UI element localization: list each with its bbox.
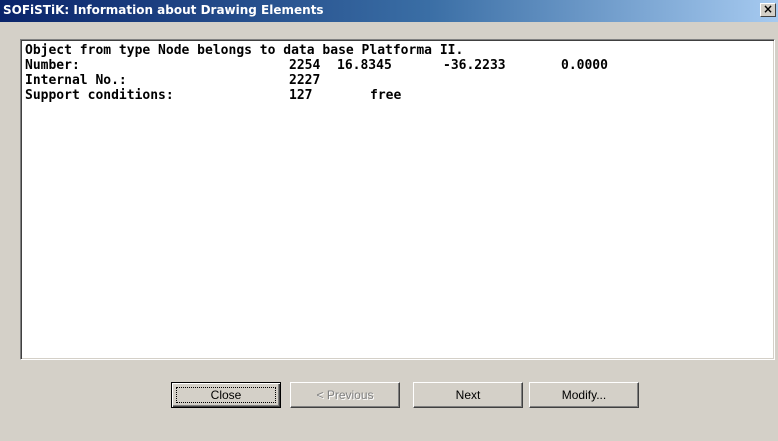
dialog-window: SOFiSTiK: Information about Drawing Elem… xyxy=(0,0,778,441)
previous-button-label: < Previous xyxy=(316,388,374,402)
coord-z: 0.0000 xyxy=(561,58,608,73)
internal-row: Internal No.: 2227 xyxy=(25,73,770,88)
support-label: Support conditions: xyxy=(25,88,174,103)
node-number: 2254 xyxy=(289,58,321,73)
modify-button[interactable]: Modify... xyxy=(529,382,639,408)
support-code: 127 xyxy=(289,88,313,103)
object-description: Object from type Node belongs to data ba… xyxy=(25,43,464,58)
close-button-label: Close xyxy=(210,388,242,402)
internal-label: Internal No.: xyxy=(25,73,127,88)
close-button[interactable]: Close xyxy=(171,382,281,408)
next-button[interactable]: Next xyxy=(413,382,523,408)
coord-x: 16.8345 xyxy=(337,58,392,73)
number-row: Number: 2254 16.8345 -36.2233 0.0000 xyxy=(25,58,770,73)
info-text-area[interactable]: Object from type Node belongs to data ba… xyxy=(20,39,775,360)
previous-button[interactable]: < Previous xyxy=(290,382,400,408)
title-bar[interactable]: SOFiSTiK: Information about Drawing Elem… xyxy=(0,0,778,22)
number-label: Number: xyxy=(25,58,80,73)
window-title: SOFiSTiK: Information about Drawing Elem… xyxy=(3,3,324,17)
next-button-label: Next xyxy=(455,388,481,402)
support-row: Support conditions: 127 free xyxy=(25,88,770,103)
coord-y: -36.2233 xyxy=(443,58,506,73)
support-text: free xyxy=(370,88,402,103)
close-icon[interactable]: × xyxy=(760,3,776,17)
modify-button-label: Modify... xyxy=(561,388,607,402)
internal-number: 2227 xyxy=(289,73,321,88)
